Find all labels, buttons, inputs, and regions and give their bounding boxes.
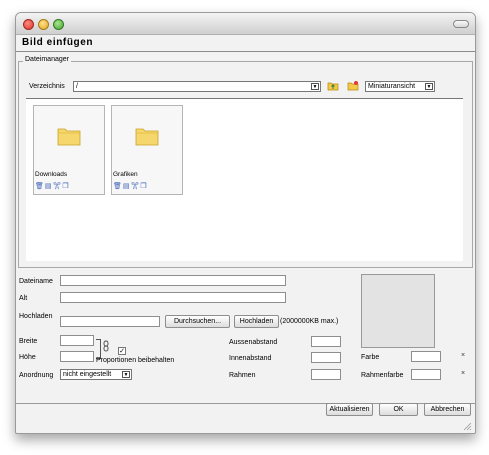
insert-image-dialog: Bild einfügen Dateimanager Verzeichnis /… (15, 12, 476, 434)
folder-actions: 🗑▤✂❐ (113, 182, 148, 190)
folder-item-grafiken[interactable]: Grafiken 🗑▤✂❐ (111, 105, 183, 195)
upload-button[interactable]: Hochladen (234, 315, 279, 328)
update-button[interactable]: Aktualisieren (326, 403, 373, 416)
rename-icon[interactable]: ▤ (123, 183, 131, 190)
keep-proportions-checkbox[interactable]: ✓ (118, 347, 126, 355)
alignment-label: Anordnung (19, 372, 54, 379)
chain-link-icon (103, 340, 109, 352)
chevron-down-icon: ▼ (311, 83, 319, 90)
copy-icon[interactable]: ❐ (140, 183, 147, 190)
folder-actions: 🗑▤✂❐ (35, 182, 70, 190)
directory-value: / (76, 83, 78, 90)
folder-item-downloads[interactable]: Downloads 🗑▤✂❐ (33, 105, 105, 195)
inner-margin-label: Innenabstand (229, 355, 272, 362)
border-input[interactable] (311, 369, 341, 380)
cancel-button[interactable]: Abbrechen (424, 403, 471, 416)
view-mode-value: Miniaturansicht (368, 83, 416, 90)
zoom-window-button[interactable] (53, 19, 64, 30)
directory-select[interactable]: / ▼ (73, 81, 321, 92)
height-input[interactable] (60, 351, 94, 362)
folder-icon (57, 128, 81, 146)
inner-margin-input[interactable] (311, 352, 341, 363)
filename-label: Dateiname (19, 278, 53, 285)
outer-margin-label: Aussenabstand (229, 339, 278, 346)
scissors-icon[interactable]: ✂ (131, 183, 141, 190)
trash-icon[interactable]: 🗑 (113, 183, 123, 190)
clear-x-icon[interactable]: × (461, 352, 465, 359)
new-folder-icon[interactable] (347, 80, 359, 91)
title-bar[interactable] (16, 13, 475, 35)
filename-input[interactable] (60, 275, 286, 286)
browse-button[interactable]: Durchsuchen... (165, 315, 230, 328)
rename-icon[interactable]: ▤ (45, 183, 53, 190)
folder-up-icon[interactable] (327, 80, 339, 91)
alignment-select[interactable]: nicht eingestellt ▼ (60, 369, 132, 380)
alt-input[interactable] (60, 292, 286, 303)
upload-label: Hochladen (19, 313, 53, 320)
upload-limit: (2000000KB max.) (280, 318, 339, 325)
file-browser-area[interactable]: Downloads 🗑▤✂❐ Grafiken 🗑▤✂❐ (26, 98, 463, 261)
trash-icon[interactable]: 🗑 (35, 183, 45, 190)
folder-name: Downloads (35, 171, 68, 178)
border-label: Rahmen (229, 372, 256, 379)
color-label: Farbe (361, 354, 380, 361)
ok-button[interactable]: OK (379, 403, 418, 416)
title-divider (16, 51, 475, 52)
border-color-label: Rahmenfarbe (361, 372, 404, 379)
width-input[interactable] (60, 335, 94, 346)
view-mode-select[interactable]: Miniaturansicht ▼ (365, 81, 435, 92)
resize-grip-icon[interactable] (462, 421, 472, 431)
width-label: Breite (19, 338, 38, 345)
toolbar-toggle-button[interactable] (453, 20, 469, 28)
scissors-icon[interactable]: ✂ (53, 183, 63, 190)
chevron-down-icon: ▼ (122, 371, 130, 378)
folder-icon (135, 128, 159, 146)
border-color-input[interactable] (411, 369, 441, 380)
alignment-value: nicht eingestellt (63, 371, 112, 378)
keep-proportions-label: Proportionen beibehalten (96, 357, 175, 364)
filemanager-legend: Dateimanager (23, 56, 71, 63)
minimize-window-button[interactable] (38, 19, 49, 30)
image-preview (361, 274, 435, 348)
alt-label: Alt (19, 295, 28, 302)
clear-x-icon[interactable]: × (461, 370, 465, 377)
folder-name: Grafiken (113, 171, 138, 178)
height-label: Höhe (19, 354, 36, 361)
copy-icon[interactable]: ❐ (62, 183, 69, 190)
proportion-bracket (96, 339, 101, 359)
color-input[interactable] (411, 351, 441, 362)
dialog-title: Bild einfügen (22, 37, 94, 48)
chevron-down-icon: ▼ (425, 83, 433, 90)
outer-margin-input[interactable] (311, 336, 341, 347)
upload-file-input[interactable] (60, 316, 160, 327)
directory-label: Verzeichnis (29, 83, 65, 90)
close-window-button[interactable] (23, 19, 34, 30)
